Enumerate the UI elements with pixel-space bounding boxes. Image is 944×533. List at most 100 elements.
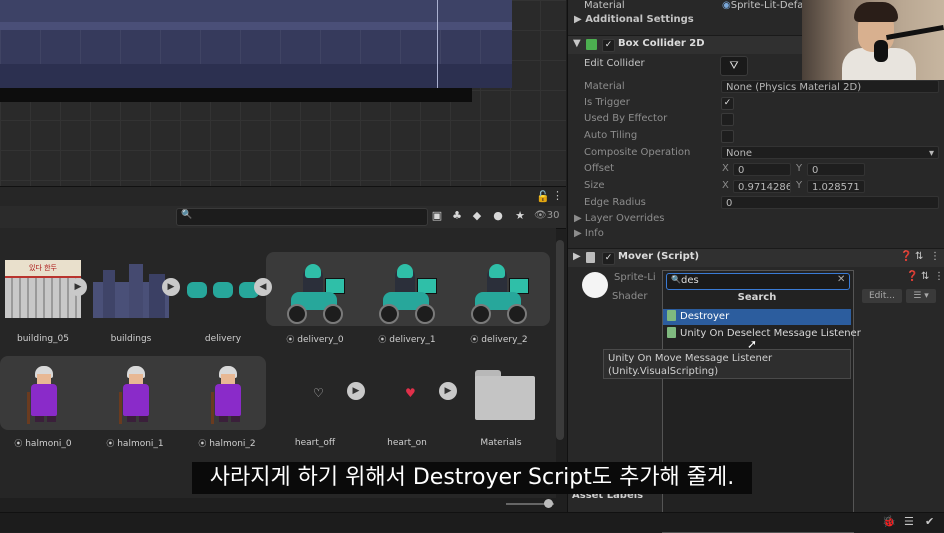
foldout-arrow-icon[interactable]: ▶	[573, 251, 581, 262]
size-y-field[interactable]: 1.028571	[807, 180, 865, 193]
mover-script-header[interactable]: ▶ ✓ Mover (Script) ❓ ⇅ ⋮	[568, 248, 944, 267]
info-foldout[interactable]: ▶ Info	[574, 228, 604, 239]
expand-heart-off-button[interactable]: ▶	[347, 382, 365, 400]
is-trigger-checkbox[interactable]: ✓	[721, 97, 734, 110]
building-sign: 있다 한두	[5, 260, 81, 276]
asset-halmoni-0[interactable]: ⦿ halmoni_0	[0, 360, 86, 449]
offset-label: Offset	[584, 163, 615, 174]
filter-by-type-icon[interactable]: ▣	[430, 209, 444, 223]
expand-heart-on-button[interactable]: ▶	[439, 382, 457, 400]
sprite-icon: ⦿	[14, 439, 23, 448]
edit-shader-button[interactable]: Edit...	[862, 289, 902, 303]
sprite-lit-material-name: Sprite-Li	[614, 272, 656, 283]
sprite-icon: ⦿	[106, 439, 115, 448]
asset-halmoni-1[interactable]: ⦿ halmoni_1	[92, 360, 178, 449]
scene-sky-band	[0, 0, 512, 22]
clear-search-icon[interactable]: ✕	[837, 274, 845, 285]
asset-halmoni-2[interactable]: ⦿ halmoni_2	[184, 360, 270, 449]
additional-settings-foldout[interactable]: ▶ Additional Settings	[574, 14, 694, 25]
shader-label: Shader	[612, 291, 648, 302]
scene-view[interactable]	[0, 0, 566, 186]
camera-bounds-line	[437, 0, 438, 88]
check-circle-icon[interactable]: ✔	[925, 515, 934, 528]
script-icon	[667, 327, 676, 338]
edge-radius-field[interactable]: 0	[721, 196, 939, 209]
component-menu-icon[interactable]: ⋮	[930, 251, 940, 262]
foldout-arrow-icon[interactable]: ▼	[573, 38, 581, 49]
foldout-arrow-icon: ▶	[574, 213, 582, 224]
size-y-label: Y	[796, 180, 803, 191]
edit-collider-icon: ⛛	[729, 59, 739, 72]
asset-buildings[interactable]: buildings	[88, 260, 174, 344]
material-help-icon[interactable]: ❓	[906, 271, 918, 282]
edge-radius-label: Edge Radius	[584, 197, 646, 208]
asset-delivery-2[interactable]: ⦿ delivery_2	[456, 256, 542, 345]
eye-icon: 👁	[534, 210, 547, 221]
collapse-delivery-button[interactable]: ◀	[254, 278, 272, 296]
zoom-slider-handle[interactable]	[544, 499, 553, 508]
scene-background-band	[0, 30, 512, 64]
filter-by-label-icon[interactable]: ♣	[450, 209, 464, 223]
edit-collider-button[interactable]: ⛛	[720, 56, 748, 76]
asset-delivery[interactable]: delivery	[180, 260, 266, 344]
favorite-star-icon[interactable]: ★	[513, 209, 527, 223]
help-icon[interactable]: ❓	[900, 251, 912, 262]
halmoni-2-thumbnail	[189, 360, 265, 436]
auto-tiling-label: Auto Tiling	[584, 130, 638, 141]
status-bar: 🐞 ☰ ✔	[0, 512, 944, 532]
asset-building-05[interactable]: 있다 한두 building_05	[0, 260, 86, 344]
layer-overrides-foldout[interactable]: ▶ Layer Overrides	[574, 213, 664, 224]
result-destroyer[interactable]: Destroyer	[663, 309, 851, 325]
delivery-0-thumbnail	[277, 256, 353, 332]
size-x-field[interactable]: 0.9714286	[733, 180, 791, 193]
info-icon[interactable]: ●	[491, 209, 505, 223]
more-options-icon[interactable]: ⋮	[552, 189, 563, 202]
asset-heart-off[interactable]: ♡ heart_off	[272, 360, 358, 448]
material-field[interactable]: ◉Sprite-Lit-Defa	[722, 0, 803, 11]
material-preset-icon[interactable]: ⇅	[921, 271, 929, 282]
box-collider-icon	[586, 39, 597, 50]
script-icon	[667, 310, 676, 321]
mover-enabled-checkbox[interactable]: ✓	[602, 252, 615, 265]
preset-icon[interactable]: ⇅	[915, 251, 923, 262]
used-by-effector-checkbox[interactable]	[721, 113, 734, 126]
physics-material-field[interactable]: None (Physics Material 2D)	[721, 80, 939, 93]
asset-heart-on[interactable]: ♥ heart_on	[364, 360, 450, 448]
auto-tiling-checkbox[interactable]	[721, 130, 734, 143]
bug-icon[interactable]: 🐞	[882, 515, 896, 528]
expand-buildings-button[interactable]: ▶	[162, 278, 180, 296]
heart-filled-icon: ♥	[405, 386, 416, 400]
size-label: Size	[584, 180, 605, 191]
material-row: Material	[584, 0, 625, 11]
foldout-arrow-icon: ▶	[574, 228, 582, 239]
layers-icon[interactable]: ☰	[904, 515, 914, 528]
project-tab-bar: 🔓 ⋮	[0, 186, 566, 207]
asset-delivery-0[interactable]: ⦿ delivery_0	[272, 256, 358, 345]
hidden-packages-count[interactable]: 👁30	[534, 210, 559, 221]
buildings-thumbnail	[93, 260, 169, 318]
project-search-input[interactable]: 🔍	[176, 208, 428, 226]
lock-icon[interactable]: 🔓	[536, 190, 550, 203]
asset-delivery-1[interactable]: ⦿ delivery_1	[364, 256, 450, 345]
asset-materials-folder[interactable]: Materials	[458, 360, 544, 448]
folder-icon	[463, 360, 539, 436]
used-by-effector-label: Used By Effector	[584, 113, 668, 124]
webcam-overlay	[802, 0, 944, 80]
component-search-input[interactable]: 🔍 des ✕	[666, 273, 850, 290]
box-collider-enabled-checkbox[interactable]: ✓	[602, 39, 615, 52]
delivery-2-thumbnail	[461, 256, 537, 332]
script-icon	[586, 252, 595, 263]
project-scrollbar[interactable]	[556, 240, 564, 440]
shader-menu-button[interactable]: ☰ ▾	[906, 289, 936, 303]
offset-x-field[interactable]: 0	[733, 163, 791, 176]
label-tag-icon[interactable]: ◆	[470, 209, 484, 223]
heart-on-thumbnail: ♥	[369, 360, 445, 436]
offset-y-field[interactable]: 0	[807, 163, 865, 176]
material-menu-icon[interactable]: ⋮	[934, 271, 944, 282]
video-subtitle: 사라지게 하기 위해서 Destroyer Script도 추가해 줄게.	[192, 462, 752, 494]
expand-building-05-button[interactable]: ▶	[69, 278, 87, 296]
chevron-down-icon: ▾	[928, 148, 934, 159]
offset-y-label: Y	[796, 163, 803, 174]
composite-operation-dropdown[interactable]: None ▾	[721, 146, 939, 159]
delivery-strip-thumbnail	[185, 260, 261, 318]
